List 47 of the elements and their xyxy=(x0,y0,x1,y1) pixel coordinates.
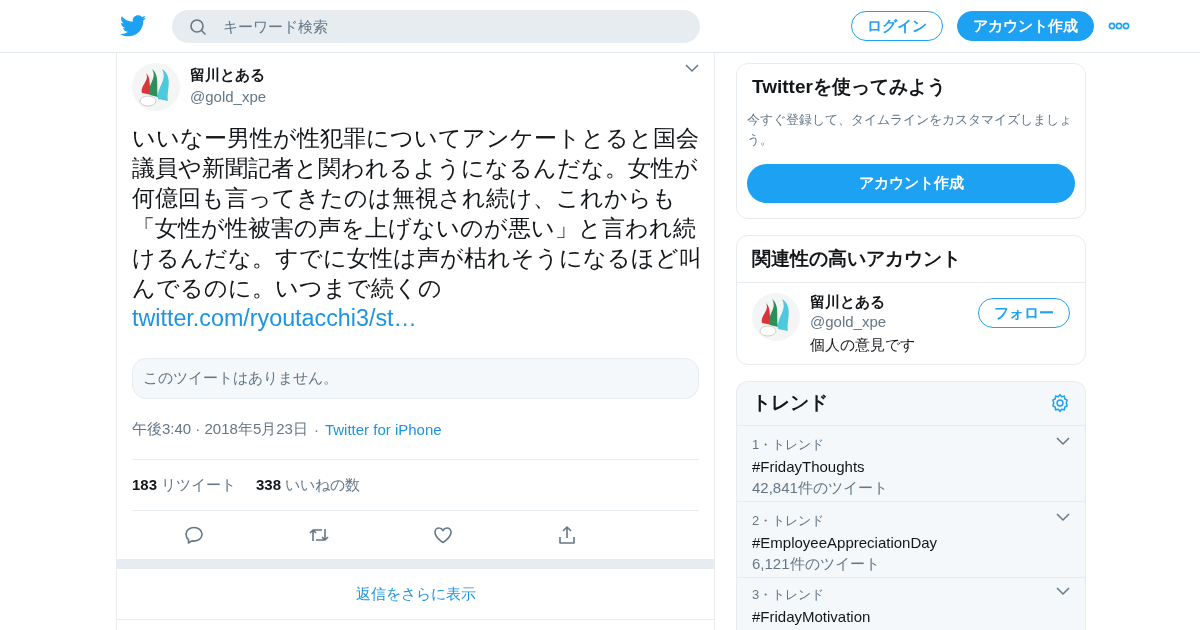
account-bio: 個人の意見です xyxy=(810,336,915,355)
trend-name: #EmployeeAppreciationDay xyxy=(752,534,938,551)
account-name[interactable]: 留川とある xyxy=(810,293,915,312)
trend-item[interactable]: 3・トレンド #FridayMotivation xyxy=(737,578,1085,625)
unavailable-tweet-notice: このツイートはありません。 xyxy=(132,358,699,399)
stat-count[interactable]: 183 リツイート xyxy=(132,475,237,495)
avatar xyxy=(132,63,180,111)
tweet-text: いいなー男性が性犯罪についてアンケートとると国会議員や新聞記者と関われるようになるんだな。女性が何億回も言ってきたのは無視され続け、これからも「女性が性被害の声を上げないのが悪い」と言われ続けるんだな。すでに女性は声が枯れそうになるほど叫んでるのに。いつまで続くの xyxy=(132,124,702,303)
author-handle[interactable]: @gold_xpe xyxy=(190,88,267,105)
trend-item[interactable]: 1・トレンド #FridayThoughts 42,841件のツイート xyxy=(737,426,1085,502)
card-title: トレンド xyxy=(752,391,828,415)
account-handle[interactable]: @gold_xpe xyxy=(810,313,915,330)
card-description: 今すぐ登録して、タイムラインをカスタマイズしましょう。 xyxy=(746,111,1073,149)
bird-logo[interactable] xyxy=(120,15,146,37)
separator-dot: · xyxy=(313,420,319,438)
settings-icon[interactable] xyxy=(1050,393,1070,413)
source-link[interactable]: Twitter for iPhone xyxy=(324,420,442,438)
chevron-down-icon[interactable] xyxy=(1056,512,1070,522)
tweet-timestamp[interactable]: 午後3:40 · 2018年5月23日 xyxy=(132,419,308,439)
more-icon[interactable] xyxy=(1108,22,1130,30)
login-button[interactable]: ログイン xyxy=(851,11,943,41)
tweet-link[interactable]: twitter.com/ryoutacchi3/st… xyxy=(132,303,417,333)
card-title: Twitterを使ってみよう xyxy=(751,75,947,99)
search-icon xyxy=(189,17,207,36)
tweet-count: 6,121件のツイート xyxy=(752,555,881,574)
search-field[interactable]: キーワード検索 xyxy=(172,9,700,43)
signup-button[interactable]: アカウント作成 xyxy=(957,11,1094,41)
avatar xyxy=(752,293,800,341)
trend-name: #FridayMotivation xyxy=(752,608,871,625)
signup-button[interactable]: アカウント作成 xyxy=(747,164,1075,203)
more-replies-link[interactable]: 返信をさらに表示 xyxy=(355,584,476,604)
chevron-down-icon[interactable] xyxy=(685,63,699,73)
chevron-down-icon[interactable] xyxy=(1056,586,1070,596)
trend-name: #FridayThoughts xyxy=(752,458,866,475)
share-icon[interactable] xyxy=(557,525,578,545)
tweet-count: 42,841件のツイート xyxy=(752,479,888,498)
trend-item[interactable]: 2・トレンド #EmployeeAppreciationDay 6,121件のツイート xyxy=(737,502,1085,578)
trend-rank: 2・トレンド xyxy=(752,512,826,530)
trend-rank: 3・トレンド xyxy=(752,586,826,604)
trend-rank: 1・トレンド xyxy=(752,436,826,454)
heart-icon[interactable] xyxy=(433,525,454,545)
stat-count[interactable]: 338 いいねの数 xyxy=(256,475,361,495)
reply-icon[interactable] xyxy=(183,525,204,545)
author-name[interactable]: 留川とある xyxy=(190,66,267,85)
follow-button[interactable]: フォロー xyxy=(978,298,1070,328)
card-title: 関連性の高いアカウント xyxy=(737,236,1085,283)
chevron-down-icon[interactable] xyxy=(1056,436,1070,446)
